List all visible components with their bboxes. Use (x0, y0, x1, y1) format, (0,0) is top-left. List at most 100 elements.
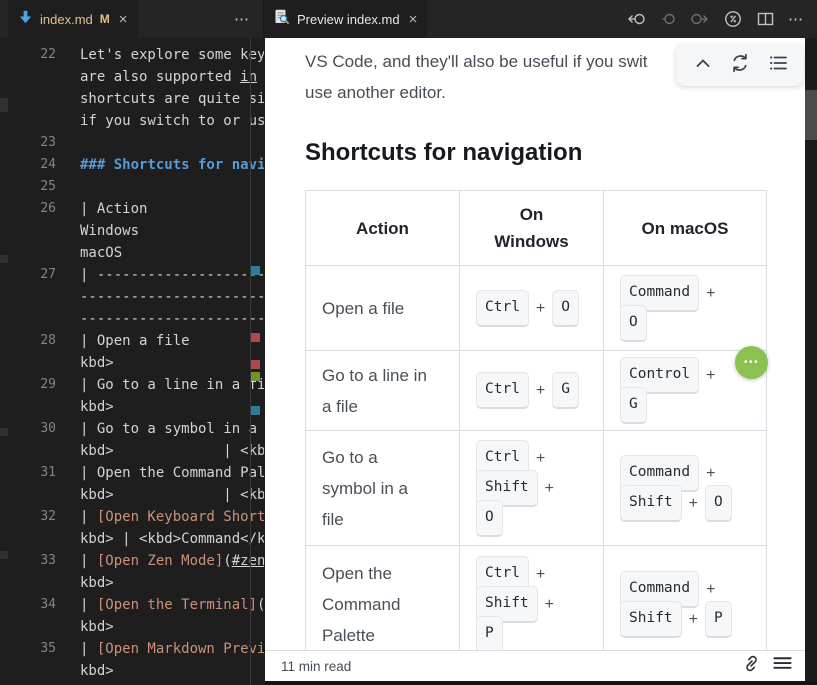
code-line[interactable]: ----------------------- (0, 286, 264, 308)
line-number (0, 286, 56, 308)
vscode-window: index.md M × ⋯ Preview index.md (0, 0, 817, 685)
code-line[interactable]: kbd> | <kb (0, 484, 264, 506)
code-line[interactable]: 22Let's explore some keyb (0, 44, 264, 66)
plus-separator: + (536, 443, 545, 474)
table-header-cell: Action (306, 191, 460, 266)
line-number (0, 396, 56, 418)
code-line[interactable]: 29| Go to a line in a fil (0, 374, 264, 396)
shortcut-keys: Shift+P (620, 606, 750, 633)
kbd-key: P (705, 601, 732, 638)
preview-paragraph: VS Code, and they'll also be useful if y… (305, 46, 648, 108)
plus-separator: + (545, 473, 554, 504)
close-icon[interactable]: × (409, 12, 418, 27)
link-icon[interactable] (741, 653, 762, 679)
line-number: 34 (0, 594, 56, 616)
code-line[interactable]: 31| Open the Command Pal (0, 462, 264, 484)
line-number: 29 (0, 374, 56, 396)
split-editor-icon[interactable] (756, 10, 775, 28)
plus-separator: + (536, 559, 545, 590)
shortcut-keys: P (476, 621, 587, 648)
table-row: Open theCommandPaletteCtrl+Shift+PComman… (306, 546, 767, 664)
line-number: 32 (0, 506, 56, 528)
code-line[interactable]: 30| Go to a symbol in a f (0, 418, 264, 440)
code-line[interactable]: kbd> (0, 352, 264, 374)
refresh-icon[interactable] (729, 52, 751, 79)
tab-bar: index.md M × ⋯ Preview index.md (0, 0, 817, 38)
code-line[interactable]: Windows (0, 220, 264, 242)
code-line[interactable]: kbd> (0, 616, 264, 638)
markdown-preview[interactable]: VS Code, and they'll also be useful if y… (265, 38, 805, 685)
macos-shortcut-cell: Command+ Shift+P (604, 546, 767, 664)
kbd-key: O (705, 485, 732, 522)
code-line[interactable]: 26 | Action (0, 198, 264, 220)
code-text: Let's explore some keyb (80, 44, 264, 66)
code-text: | Open the Command Pal (80, 462, 264, 484)
code-text: | [Open Markdown Previ (80, 638, 264, 660)
shortcut-keys: Command+ (620, 576, 750, 603)
table-row: Go to asymbol in afileCtrl+Shift+OComman… (306, 431, 767, 546)
code-text: | Action (80, 198, 147, 220)
nav-forward-icon[interactable] (689, 10, 710, 28)
chevron-up-icon[interactable] (692, 54, 714, 77)
nav-back-icon[interactable] (626, 10, 647, 28)
code-line[interactable]: 35| [Open Markdown Previ (0, 638, 264, 660)
windows-shortcut-cell: Ctrl+Shift+O (460, 431, 604, 546)
editor-pane[interactable]: 22Let's explore some keybare also suppor… (0, 38, 264, 685)
code-line[interactable]: kbd> (0, 572, 264, 594)
scrollbar-thumb[interactable] (805, 90, 817, 140)
more-actions-icon[interactable]: ⋯ (234, 10, 249, 28)
line-number (0, 66, 56, 88)
code-text: | [Open Zen Mode](#zen (80, 550, 264, 572)
shortcut-keys: Ctrl+O (476, 295, 587, 322)
tab-preview[interactable]: Preview index.md × (264, 0, 427, 38)
line-number: 30 (0, 418, 56, 440)
menu-icon[interactable] (772, 653, 793, 679)
assistant-fab[interactable]: ••• (735, 346, 768, 379)
plus-separator: + (545, 589, 554, 620)
action-cell: Go to asymbol in afile (306, 431, 460, 546)
code-text: ### Shortcuts for navig (80, 154, 264, 176)
code-line[interactable]: kbd> | <kbd>Command</k (0, 528, 264, 550)
code-line[interactable]: 23 (0, 132, 264, 154)
code-line[interactable]: 27| --------------------- (0, 264, 264, 286)
code-line[interactable]: 32| [Open Keyboard Short (0, 506, 264, 528)
overview-decoration (251, 333, 260, 342)
kbd-key: Ctrl (476, 290, 529, 327)
close-icon[interactable]: × (119, 12, 128, 27)
code-line[interactable]: 33| [Open Zen Mode](#zen (0, 550, 264, 572)
line-number: 26 (0, 198, 56, 220)
line-number: 24 (0, 154, 56, 176)
code-line[interactable]: kbd> (0, 660, 264, 682)
overview-decoration (251, 406, 260, 415)
kbd-key: O (476, 500, 503, 537)
code-text: ----------------------- (80, 308, 264, 330)
code-line[interactable]: kbd> (0, 396, 264, 418)
run-icon[interactable] (723, 9, 743, 29)
shortcuts-table: ActionOnWindowsOn macOS Open a fileCtrl+… (305, 190, 767, 664)
code-line[interactable]: 34| [Open the Terminal]( (0, 594, 264, 616)
line-number (0, 616, 56, 638)
shortcut-keys: Shift+O (620, 490, 750, 517)
action-cell: Open a file (306, 266, 460, 351)
code-line[interactable]: kbd> | <kb (0, 440, 264, 462)
code-line[interactable]: are also supported in (0, 66, 264, 88)
nav-location-icon[interactable] (660, 10, 676, 28)
tab-index-md[interactable]: index.md M × (8, 0, 138, 38)
code-line[interactable]: 24 ### Shortcuts for navig (0, 154, 264, 176)
code-line[interactable]: macOS (0, 242, 264, 264)
more-actions-icon[interactable]: ⋯ (788, 10, 803, 28)
code-line[interactable]: 28| Open a file (0, 330, 264, 352)
code-line[interactable]: 25 (0, 176, 264, 198)
code-line[interactable]: ----------------------- (0, 308, 264, 330)
plus-separator: + (706, 278, 715, 309)
kbd-key: Shift (620, 485, 682, 522)
plus-separator: + (689, 604, 698, 635)
code-line[interactable]: shortcuts are quite sim (0, 88, 264, 110)
shortcut-keys: O (476, 505, 587, 532)
code-line[interactable]: if you switch to or use (0, 110, 264, 132)
line-number: 27 (0, 264, 56, 286)
outline-list-icon[interactable] (767, 52, 789, 79)
plus-separator: + (536, 375, 545, 406)
kbd-key: G (620, 387, 647, 424)
modified-badge: M (100, 12, 110, 26)
